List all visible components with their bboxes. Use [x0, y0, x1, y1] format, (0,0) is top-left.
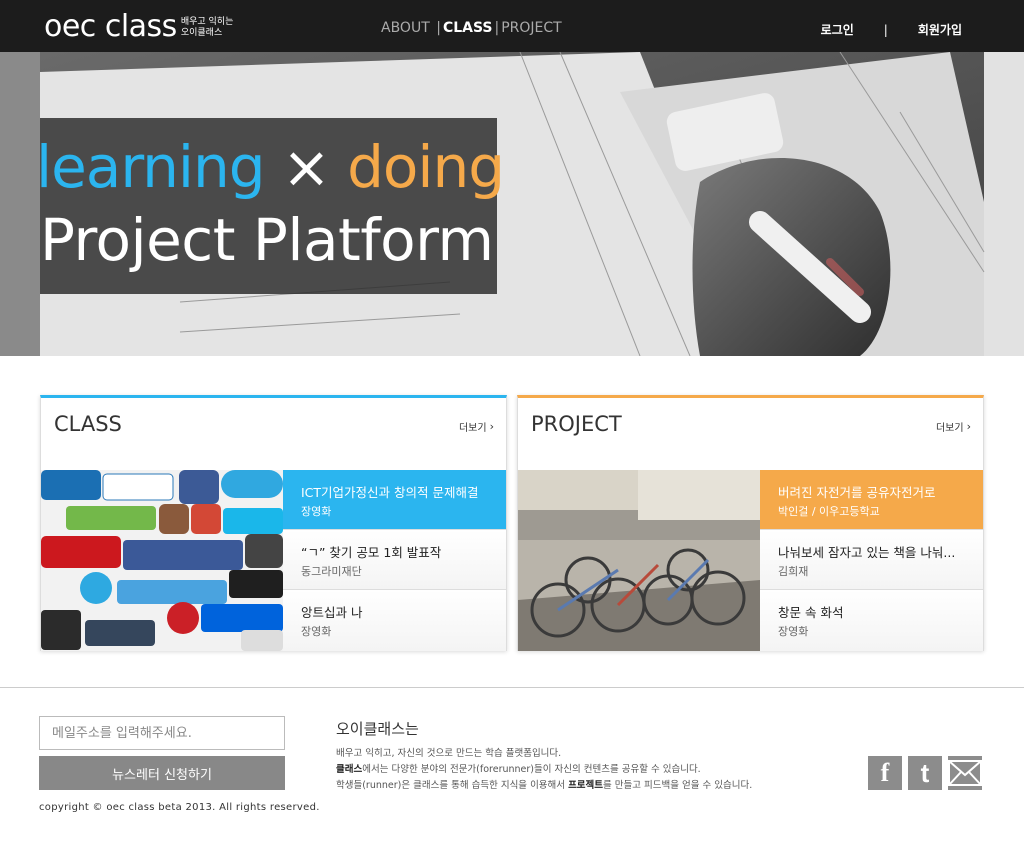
logo[interactable]: oec class 배우고 익히는 오이클래스	[44, 10, 233, 44]
hero-banner: learning × doing Project Platform	[0, 52, 1024, 356]
signup-link[interactable]: 회원가입	[918, 21, 962, 38]
logo-tagline-line1: 배우고 익히는	[180, 17, 234, 27]
project-list: 버려진 자전거를 공유자전거로 박인걸 / 이우고등학교 나눠보세 잠자고 있는…	[760, 470, 983, 651]
login-link[interactable]: 로그인	[821, 21, 854, 38]
auth-links: 로그인 | 회원가입	[821, 21, 962, 38]
tumblr-icon[interactable]: t	[908, 756, 942, 790]
class-more-link[interactable]: 더보기 ›	[459, 419, 494, 434]
project-panel: PROJECT 더보기 › 버려진 자전거를 공유자전거로 박인걸 / 이우고등…	[517, 395, 984, 651]
class-list: ICT기업가정신과 창의적 문제해결 장영화 “ㄱ” 찾기 공모 1회 발표작 …	[283, 470, 506, 651]
list-item-title: 앙트십과 나	[301, 605, 363, 620]
newsletter-subscribe-button[interactable]: 뉴스레터 신청하기	[39, 756, 285, 790]
copyright-text: copyright © oec class beta 2013. All rig…	[39, 802, 320, 813]
list-item-subtitle: 장영화	[778, 625, 809, 638]
list-item-title: 창문 속 화석	[778, 605, 844, 620]
mail-icon[interactable]	[948, 756, 982, 790]
nav-class[interactable]: CLASS	[443, 19, 493, 37]
list-item[interactable]: 버려진 자전거를 공유자전거로 박인걸 / 이우고등학교	[760, 470, 983, 530]
hero-subheadline: Project Platform	[40, 206, 494, 274]
class-panel: CLASS 더보기 › ICT기업가정신과 창의적 문제해결 장영화 “ㄱ” 찾…	[40, 395, 507, 651]
list-item-title: 나눠보세 잠자고 있는 책을 나눠...	[778, 545, 956, 560]
bicycles-image	[518, 470, 760, 651]
chevron-right-icon: ›	[966, 420, 971, 433]
auth-divider: |	[883, 22, 888, 37]
social-links: f t	[868, 756, 982, 790]
list-item[interactable]: ICT기업가정신과 창의적 문제해결 장영화	[283, 470, 506, 530]
logo-tagline: 배우고 익히는 오이클래스	[181, 17, 234, 39]
hero-times-symbol: ×	[282, 133, 331, 201]
list-item-subtitle: 장영화	[301, 625, 332, 638]
about-line-2: 클래스에서는 다양한 분야의 전문가(forerunner)들이 자신의 컨텐츠…	[336, 762, 752, 778]
envelope-glyph	[948, 756, 982, 790]
newsletter-email-input[interactable]	[39, 716, 285, 750]
about-line-3: 학생들(runner)은 클래스를 통해 습득한 지식을 이용해서 프로젝트를 …	[336, 778, 752, 794]
nav-separator: |	[431, 20, 441, 36]
chevron-right-icon: ›	[489, 420, 494, 433]
logo-text: oec class	[44, 9, 177, 44]
main-nav: ABOUT | CLASS | PROJECT	[381, 19, 562, 37]
list-item[interactable]: “ㄱ” 찾기 공모 1회 발표작 동그라미재단	[283, 530, 506, 590]
about-line-3-a: 학생들(runner)은 클래스를 통해 습득한 지식을 이용해서	[336, 780, 569, 791]
nav-about[interactable]: ABOUT	[381, 19, 430, 37]
about-line-3-b: 를 만들고 피드백을 얻을 수 있습니다.	[603, 780, 753, 791]
list-item-title: 버려진 자전거를 공유자전거로	[778, 485, 936, 500]
facebook-icon[interactable]: f	[868, 756, 902, 790]
list-item[interactable]: 창문 속 화석 장영화	[760, 590, 983, 651]
list-item-subtitle: 김희재	[778, 565, 809, 578]
list-item[interactable]: 앙트십과 나 장영화	[283, 590, 506, 651]
class-more-label: 더보기	[458, 423, 487, 434]
list-item-title: “ㄱ” 찾기 공모 1회 발표작	[301, 545, 442, 560]
about-line-2-rest: 에서는 다양한 분야의 전문가(forerunner)들이 자신의 컨텐츠를 공…	[362, 764, 701, 775]
footer-divider	[0, 687, 1024, 688]
class-thumbnail[interactable]	[41, 470, 283, 651]
project-more-link[interactable]: 더보기 ›	[936, 419, 971, 434]
social-logos-image	[41, 470, 283, 651]
project-thumbnail[interactable]	[518, 470, 760, 651]
logo-tagline-line2: 오이클래스	[180, 28, 223, 38]
project-more-label: 더보기	[935, 423, 964, 434]
about-text: 배우고 익히고, 자신의 것으로 만드는 학습 플랫폼입니다. 클래스에서는 다…	[336, 746, 752, 794]
hero-word-learning: learning	[36, 133, 266, 201]
nav-project[interactable]: PROJECT	[501, 19, 562, 37]
about-line-1: 배우고 익히고, 자신의 것으로 만드는 학습 플랫폼입니다.	[336, 748, 562, 759]
list-item[interactable]: 나눠보세 잠자고 있는 책을 나눠... 김희재	[760, 530, 983, 590]
nav-separator: |	[494, 20, 500, 36]
list-item-subtitle: 장영화	[301, 505, 332, 518]
list-item-subtitle: 동그라미재단	[301, 565, 362, 578]
about-class-bold: 클래스	[336, 764, 363, 775]
about-project-bold: 프로젝트	[568, 780, 604, 791]
about-title: 오이클래스는	[336, 720, 419, 738]
hero-headline: learning × doing	[36, 133, 505, 201]
list-item-subtitle: 박인걸 / 이우고등학교	[778, 505, 880, 518]
hero-word-doing: doing	[347, 133, 505, 201]
top-bar: oec class 배우고 익히는 오이클래스 ABOUT | CLASS | …	[0, 0, 1024, 52]
list-item-title: ICT기업가정신과 창의적 문제해결	[301, 485, 479, 500]
project-panel-title: PROJECT	[531, 412, 622, 436]
class-panel-title: CLASS	[54, 412, 122, 436]
